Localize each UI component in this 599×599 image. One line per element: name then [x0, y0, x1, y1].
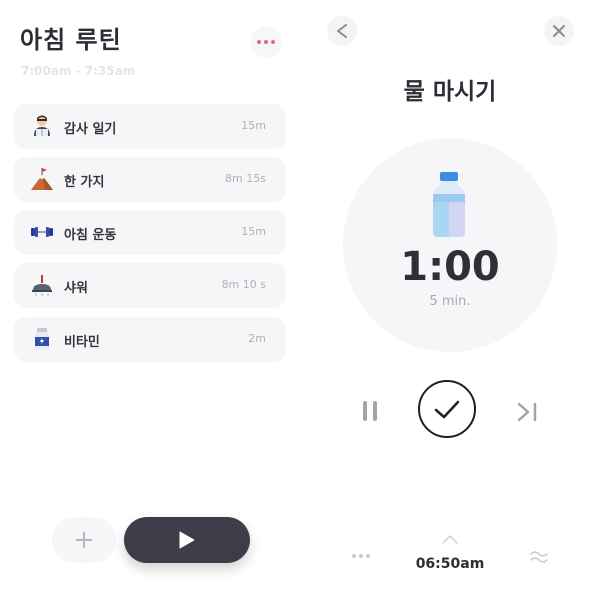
- more-dot-icon: [359, 554, 363, 558]
- start-routine-button[interactable]: [124, 517, 250, 563]
- back-button[interactable]: [327, 16, 357, 46]
- dumbbell-icon: [31, 227, 53, 237]
- close-icon: [553, 25, 565, 37]
- timer-value: 1:00: [400, 244, 500, 290]
- task-item-gratitude-journal[interactable]: 감사 일기 15m: [14, 104, 286, 149]
- task-duration: 15m: [241, 225, 266, 238]
- task-name: 한 가지: [64, 175, 105, 190]
- mountain-flag-icon: [31, 168, 53, 190]
- chevron-up-icon[interactable]: [440, 533, 460, 545]
- chevron-left-icon: [337, 24, 347, 38]
- task-item-morning-exercise[interactable]: 아침 운동 15m: [14, 210, 286, 255]
- pause-bar-icon: [373, 401, 377, 421]
- pause-button[interactable]: [360, 401, 382, 423]
- more-dot-icon: [352, 554, 356, 558]
- task-item-vitamin[interactable]: 비타민 2m: [14, 317, 286, 362]
- timer-display: 1:00 5 min.: [343, 138, 557, 352]
- pause-bar-icon: [363, 401, 367, 421]
- more-dot-icon: [257, 40, 261, 44]
- checkmark-icon: [434, 400, 460, 419]
- shower-icon: [32, 275, 52, 296]
- more-dot-icon: [366, 554, 370, 558]
- vitamin-bottle-icon: [35, 328, 49, 350]
- bottom-more-button[interactable]: [352, 552, 372, 560]
- more-options-button[interactable]: [250, 26, 282, 58]
- play-icon: [179, 531, 195, 549]
- more-dot-icon: [271, 40, 275, 44]
- task-duration: 15m: [241, 119, 266, 132]
- skip-next-icon: [517, 402, 537, 422]
- more-dot-icon: [264, 40, 268, 44]
- complete-task-button[interactable]: [418, 380, 476, 438]
- routine-title: 아침 루틴: [20, 26, 122, 54]
- task-name: 아침 운동: [64, 228, 117, 243]
- routine-panel: 아침 루틴 7:00am - 7:35am 감사 일기 15m 한 가지 8m …: [0, 0, 300, 599]
- routine-time-range: 7:00am - 7:35am: [21, 64, 136, 78]
- water-bottle-icon: [433, 172, 465, 237]
- task-name: 비타민: [64, 335, 100, 350]
- waves-icon[interactable]: [529, 548, 549, 564]
- skip-next-button[interactable]: [516, 402, 540, 422]
- add-task-button[interactable]: +: [52, 517, 116, 563]
- task-duration: 8m 15s: [225, 172, 266, 185]
- task-item-shower[interactable]: 샤워 8m 10 s: [14, 263, 286, 308]
- close-button[interactable]: [544, 16, 574, 46]
- reading-person-icon: [34, 115, 50, 136]
- current-time: 06:50am: [415, 556, 485, 572]
- task-duration: 2m: [248, 332, 266, 345]
- task-duration: 8m 10 s: [221, 278, 266, 291]
- current-task-title: 물 마시기: [403, 79, 497, 105]
- task-name: 감사 일기: [64, 122, 117, 137]
- task-name: 샤워: [64, 281, 88, 296]
- timer-total: 5 min.: [429, 294, 471, 309]
- task-item-one-thing[interactable]: 한 가지 8m 15s: [14, 157, 286, 202]
